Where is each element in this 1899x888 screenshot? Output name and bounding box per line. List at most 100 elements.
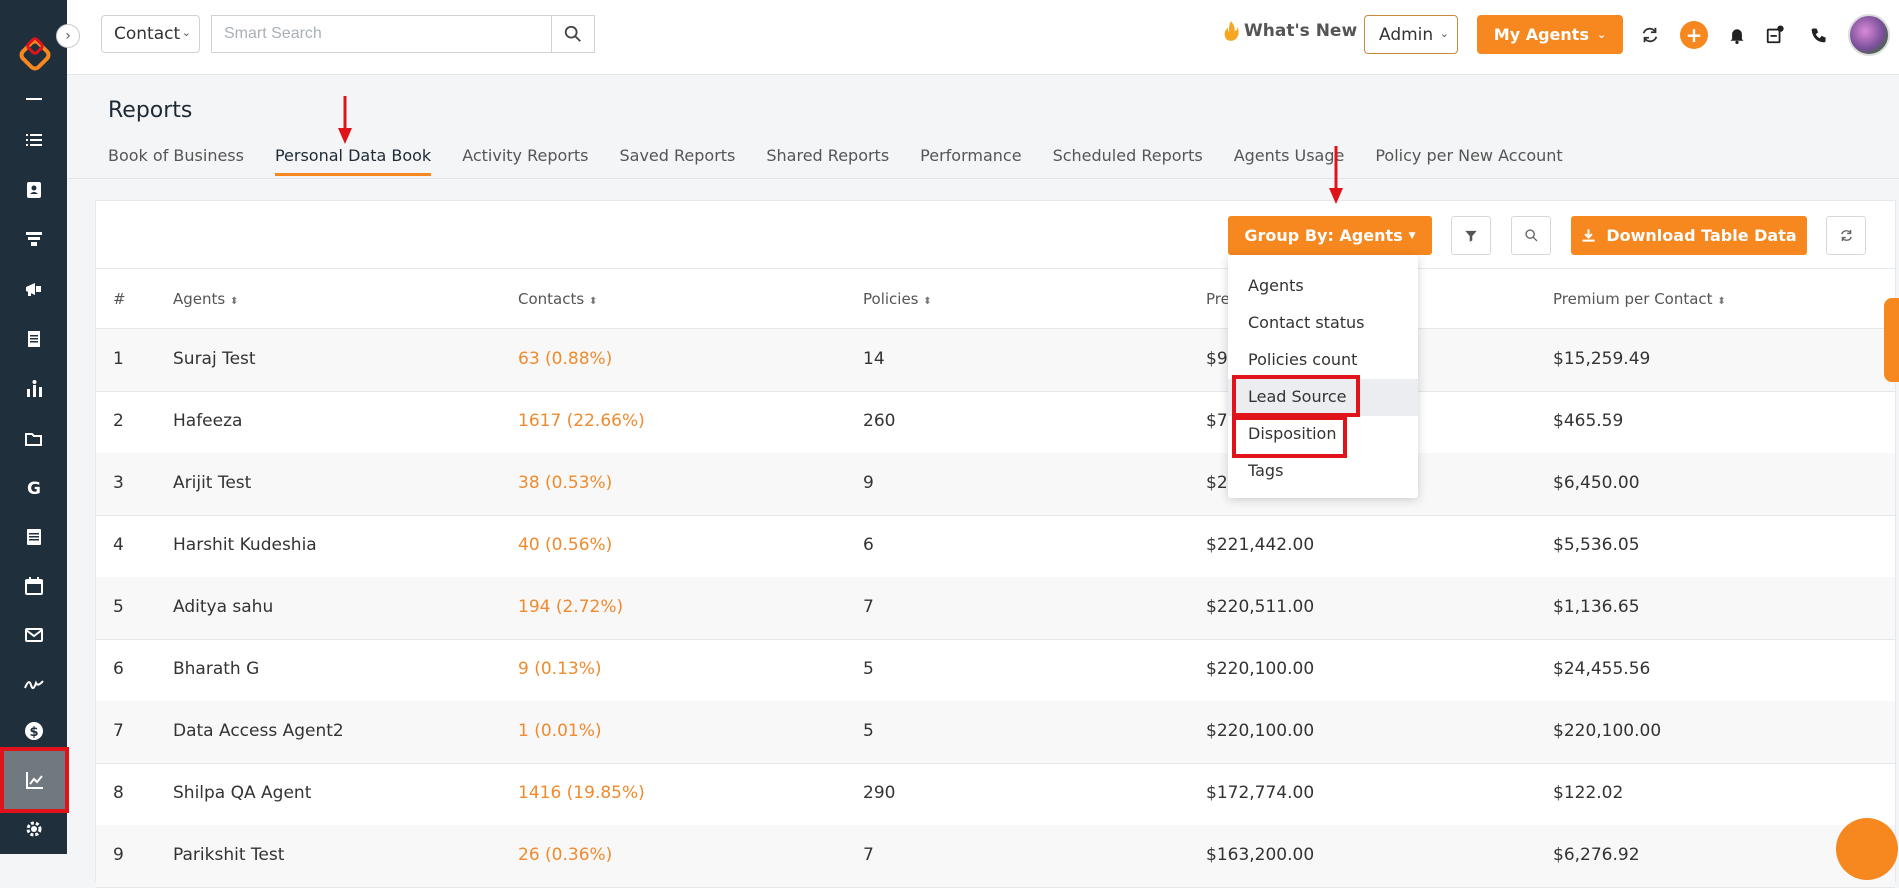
sort-icon: ⬍ (1717, 296, 1726, 307)
smart-search-input[interactable] (211, 15, 552, 53)
tab-shared-reports[interactable]: Shared Reports (766, 146, 889, 176)
reload-button[interactable] (1826, 216, 1866, 255)
cell-premium-per-contact: $1,136.65 (1553, 597, 1640, 617)
tab-saved-reports[interactable]: Saved Reports (619, 146, 735, 176)
cell-premium: $220,100.00 (1206, 721, 1315, 741)
tab-performance[interactable]: Performance (920, 146, 1021, 176)
cell-contacts[interactable]: 9 (0.13%) (518, 659, 602, 679)
card-toolbar: Group By: Agents ▼ Download Table Data (96, 201, 1895, 269)
svg-text:$: $ (29, 725, 38, 740)
option-label: Contact status (1248, 313, 1365, 332)
filter-icon (1465, 230, 1477, 242)
folder-open-icon[interactable] (0, 421, 67, 457)
search-button[interactable] (551, 15, 595, 53)
list-icon[interactable] (0, 122, 67, 158)
col-header-policies[interactable]: Policies ⬍ (863, 290, 932, 308)
cell-contacts[interactable]: 1416 (19.85%) (518, 783, 645, 803)
bell-icon[interactable] (1724, 22, 1750, 48)
user-avatar[interactable] (1848, 14, 1890, 56)
col-header-agents[interactable]: Agents ⬍ (173, 290, 238, 308)
col-header-premium[interactable]: Pre (1206, 290, 1230, 308)
tab-policy-per-new-account[interactable]: Policy per New Account (1375, 146, 1562, 176)
cell-premium: $9 (1206, 349, 1228, 369)
cell-contacts[interactable]: 194 (2.72%) (518, 597, 623, 617)
cell-policies: 14 (863, 349, 885, 369)
funnel-icon[interactable] (0, 221, 67, 257)
group-by-button[interactable]: Group By: Agents ▼ (1228, 216, 1432, 255)
cell-agent: Shilpa QA Agent (173, 783, 312, 803)
whats-new-link[interactable]: What's New (1222, 20, 1357, 42)
cell-agent: Bharath G (173, 659, 260, 679)
calendar-icon[interactable] (0, 568, 67, 604)
refresh-icon[interactable] (1637, 22, 1663, 48)
chevron-down-icon: ⌄ (1596, 28, 1607, 41)
settings-gear-icon[interactable] (0, 811, 67, 847)
cell-agent: Suraj Test (173, 349, 256, 369)
cell-policies: 9 (863, 473, 874, 493)
my-agents-label: My Agents (1493, 25, 1589, 44)
side-feedback-tab[interactable] (1884, 298, 1899, 382)
cell-agent: Harshit Kudeshia (173, 535, 317, 555)
team-stats-icon[interactable] (0, 371, 67, 407)
cell-contacts[interactable]: 63 (0.88%) (518, 349, 612, 369)
dropdown-option-policies-count[interactable]: Policies count (1228, 342, 1418, 379)
dropdown-option-tags[interactable]: Tags (1228, 453, 1418, 490)
filter-button[interactable] (1451, 216, 1491, 255)
my-agents-button[interactable]: My Agents ⌄ (1477, 15, 1623, 54)
cell-contacts[interactable]: 40 (0.56%) (518, 535, 612, 555)
cell-contacts[interactable]: 1617 (22.66%) (518, 411, 645, 431)
cell-contacts[interactable]: 1 (0.01%) (518, 721, 602, 741)
cell-premium-per-contact: $6,450.00 (1553, 473, 1640, 493)
col-header-contacts[interactable]: Contacts ⬍ (518, 290, 597, 308)
contact-type-select[interactable]: Contact ⌄ (101, 15, 200, 53)
brand-logo-icon[interactable] (17, 37, 53, 73)
tab-book-of-business[interactable]: Book of Business (108, 146, 244, 176)
megaphone-icon[interactable] (0, 271, 67, 307)
col-header-policies-label: Policies (863, 290, 919, 308)
dollar-circle-icon[interactable]: $ (0, 713, 67, 749)
col-header-premium-per-contact[interactable]: Premium per Contact ⬍ (1553, 290, 1726, 308)
add-new-button[interactable]: + (1680, 21, 1708, 49)
chevron-down-icon: ⌄ (1439, 27, 1449, 40)
cell-index: 1 (113, 349, 124, 369)
tab-scheduled-reports[interactable]: Scheduled Reports (1053, 146, 1203, 176)
table-row: 9 Parikshit Test 26 (0.36%) 7 $163,200.00 $6,… (96, 825, 1895, 888)
menu-dash-icon[interactable] (0, 81, 67, 117)
cell-premium: $220,100.00 (1206, 659, 1315, 679)
sort-icon: ⬍ (230, 296, 239, 307)
cell-premium: $172,774.00 (1206, 783, 1315, 803)
annotation-highlight-box (1232, 375, 1360, 417)
admin-role-select[interactable]: Admin ⌄ (1364, 15, 1458, 54)
tab-activity-reports[interactable]: Activity Reports (462, 146, 588, 176)
table-search-button[interactable] (1511, 216, 1551, 255)
contacts-book-icon[interactable] (0, 172, 67, 208)
cell-index: 2 (113, 411, 124, 431)
cell-contacts[interactable]: 26 (0.36%) (518, 845, 612, 865)
chat-widget-button[interactable] (1836, 818, 1898, 880)
fire-icon (1224, 21, 1239, 41)
cell-policies: 6 (863, 535, 874, 555)
table-row: 7 Data Access Agent2 1 (0.01%) 5 $220,100.00… (96, 701, 1895, 764)
phone-icon[interactable] (1806, 22, 1832, 48)
cell-index: 5 (113, 597, 124, 617)
reports-chart-icon[interactable] (0, 747, 69, 813)
refresh-icon (1840, 230, 1852, 241)
cell-premium: $220,511.00 (1206, 597, 1315, 617)
cell-premium-per-contact: $5,536.05 (1553, 535, 1640, 555)
sidebar-collapse-button[interactable]: › (56, 24, 80, 48)
signature-icon[interactable] (0, 666, 67, 702)
dropdown-option-contact-status[interactable]: Contact status (1228, 305, 1418, 342)
cell-contacts[interactable]: 38 (0.53%) (518, 473, 612, 493)
document-icon[interactable] (0, 321, 67, 357)
google-icon[interactable]: G (0, 470, 67, 506)
inbox-notification-icon[interactable] (1762, 22, 1788, 48)
spreadsheet-icon[interactable] (0, 519, 67, 555)
tab-personal-data-book[interactable]: Personal Data Book (274, 146, 432, 176)
annotation-highlight-box (1232, 416, 1347, 458)
whats-new-label: What's New (1244, 21, 1358, 41)
mail-icon[interactable] (0, 617, 67, 653)
download-table-button[interactable]: Download Table Data (1571, 216, 1807, 255)
cell-index: 4 (113, 535, 124, 555)
report-tabs: Book of Business Personal Data Book Acti… (108, 146, 1594, 176)
dropdown-option-agents[interactable]: Agents (1228, 268, 1418, 305)
